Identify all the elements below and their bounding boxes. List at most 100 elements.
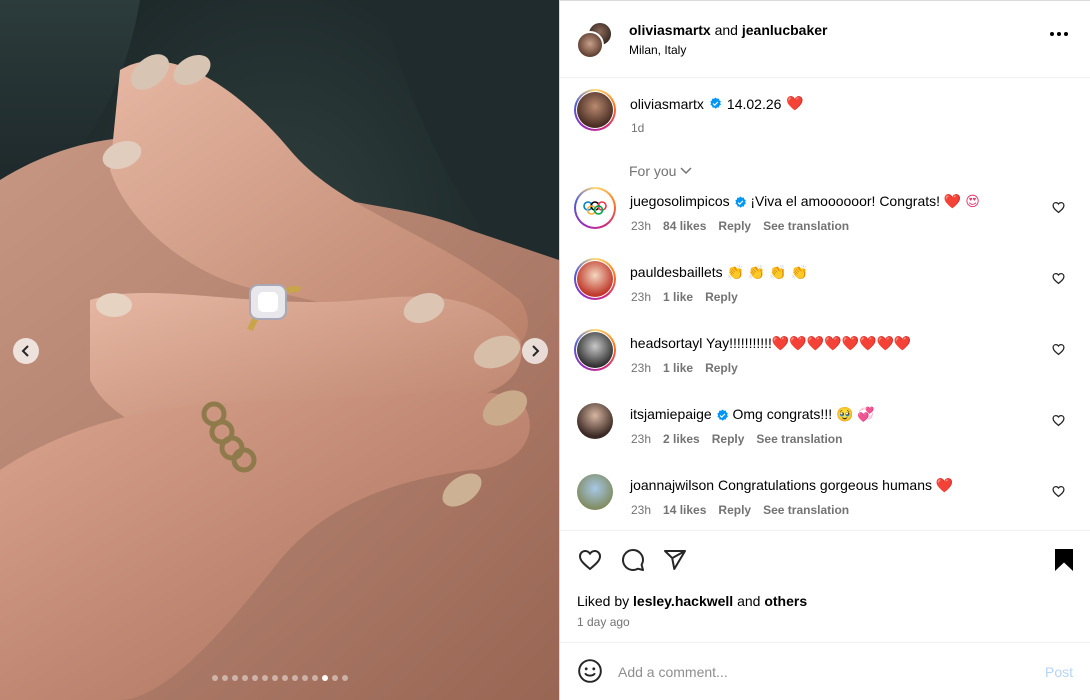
- comment-username-link[interactable]: pauldesbaillets: [630, 264, 723, 280]
- carousel-dot: [261, 675, 268, 681]
- comment-meta: 23h 2 likes Reply See translation: [631, 432, 842, 446]
- comment-item: juegosolimpicos ¡Viva el amoooooor! Cong…: [574, 187, 1084, 247]
- comment-item: itsjamiepaige Omg congrats!!! 🥹 💞 23h 2 …: [574, 400, 1084, 460]
- comment-username-link[interactable]: itsjamiepaige: [630, 406, 712, 422]
- story-ring[interactable]: [574, 89, 616, 131]
- comment-text: headsortayl Yay!!!!!!!!!!!❤️❤️❤️❤️❤️❤️❤️…: [630, 334, 1050, 352]
- share-icon[interactable]: [662, 548, 688, 572]
- collab-avatars[interactable]: [576, 21, 614, 59]
- heart-icon[interactable]: [1052, 485, 1065, 498]
- heart-icon[interactable]: [1052, 414, 1065, 427]
- comment-icon[interactable]: [620, 548, 646, 572]
- reply-button[interactable]: Reply: [712, 432, 745, 446]
- comment-item: joannajwilson Congratulations gorgeous h…: [574, 471, 1084, 531]
- carousel-dot: [211, 675, 218, 681]
- bookmark-icon[interactable]: [1053, 548, 1075, 572]
- heart-icon[interactable]: [1052, 272, 1065, 285]
- comment-likes-count[interactable]: 84 likes: [663, 219, 706, 233]
- heart-icon[interactable]: [1052, 201, 1065, 214]
- post-photo: [0, 0, 559, 700]
- post-header: oliviasmartx and jeanlucbaker Milan, Ita…: [560, 0, 1090, 78]
- post-side-panel: oliviasmartx and jeanlucbaker Milan, Ita…: [559, 0, 1090, 700]
- post-media[interactable]: [0, 0, 559, 700]
- comment-username-link[interactable]: juegosolimpicos: [630, 193, 730, 209]
- comment-timestamp[interactable]: 23h: [631, 361, 651, 375]
- verified-badge-icon: [710, 97, 721, 109]
- carousel-prev-button[interactable]: [13, 338, 39, 364]
- comment-sort-dropdown[interactable]: For you: [629, 163, 692, 179]
- verified-badge-icon: [716, 409, 728, 421]
- comment-likes-count[interactable]: 1 like: [663, 361, 693, 375]
- comment-timestamp[interactable]: 23h: [631, 219, 651, 233]
- comment-text: juegosolimpicos ¡Viva el amoooooor! Cong…: [630, 192, 1050, 210]
- comment-body: Congratulations gorgeous humans: [717, 477, 936, 493]
- reply-button[interactable]: Reply: [718, 219, 751, 233]
- post-dialog: oliviasmartx and jeanlucbaker Milan, Ita…: [0, 0, 1090, 700]
- liked-by-summary: Liked by lesley.hackwell and others: [577, 593, 807, 609]
- carousel-dot: [341, 675, 348, 681]
- carousel-dot: [321, 675, 328, 681]
- post-comment-button[interactable]: Post: [1045, 664, 1073, 680]
- avatar: [577, 92, 613, 128]
- comment-item: pauldesbaillets 👏 👏 👏 👏 23h 1 like Reply: [574, 258, 1084, 318]
- comment-meta: 23h 1 like Reply: [631, 290, 738, 304]
- comment-meta: 23h 14 likes Reply See translation: [631, 503, 849, 517]
- chevron-down-icon: [680, 167, 692, 175]
- more-options-button[interactable]: [1050, 32, 1068, 36]
- avatar: [577, 332, 613, 368]
- carousel-dot: [311, 675, 318, 681]
- reply-button[interactable]: Reply: [718, 503, 751, 517]
- liked-by-user-link[interactable]: lesley.hackwell: [633, 593, 733, 609]
- story-ring[interactable]: [574, 187, 616, 229]
- see-translation-button[interactable]: See translation: [756, 432, 842, 446]
- comment-input[interactable]: [618, 660, 1018, 684]
- location-link[interactable]: Milan, Italy: [629, 43, 686, 57]
- author-username-link[interactable]: oliviasmartx: [629, 22, 711, 38]
- more-icon-dot: [1064, 32, 1068, 36]
- avatar[interactable]: [577, 474, 613, 510]
- add-comment-bar: Post: [560, 642, 1090, 700]
- heart-icon[interactable]: [577, 548, 603, 572]
- comment-username-link[interactable]: joannajwilson: [630, 477, 714, 493]
- comment-meta: 23h 84 likes Reply See translation: [631, 219, 849, 233]
- avatar: [576, 31, 604, 59]
- comment-sort-label: For you: [629, 163, 677, 179]
- caption-body: 14.02.26: [726, 95, 782, 112]
- comment-likes-count[interactable]: 1 like: [663, 290, 693, 304]
- comment-item: headsortayl Yay!!!!!!!!!!!❤️❤️❤️❤️❤️❤️❤️…: [574, 329, 1084, 389]
- caption-timestamp[interactable]: 1d: [631, 121, 644, 135]
- carousel-dot: [271, 675, 278, 681]
- and-text: and: [714, 22, 738, 38]
- carousel-dot: [221, 675, 228, 681]
- caption-emoji: ❤️: [786, 95, 804, 111]
- comment-timestamp[interactable]: 23h: [631, 290, 651, 304]
- story-ring[interactable]: [574, 258, 616, 300]
- avatar[interactable]: [577, 403, 613, 439]
- see-translation-button[interactable]: See translation: [763, 503, 849, 517]
- comment-text: pauldesbaillets 👏 👏 👏 👏: [630, 263, 1050, 281]
- comment-emoji: ❤️: [935, 477, 954, 493]
- story-ring[interactable]: [574, 329, 616, 371]
- liked-by-and: and: [737, 593, 761, 609]
- comment-likes-count[interactable]: 2 likes: [663, 432, 700, 446]
- liked-by-prefix: Liked by: [577, 593, 630, 609]
- caption-username-link[interactable]: oliviasmartx: [630, 96, 704, 112]
- see-translation-button[interactable]: See translation: [763, 219, 849, 233]
- heart-icon[interactable]: [1052, 343, 1065, 356]
- post-timestamp[interactable]: 1 day ago: [577, 615, 630, 629]
- comment-username-link[interactable]: headsortayl: [630, 335, 702, 351]
- comment-timestamp[interactable]: 23h: [631, 432, 651, 446]
- smile-icon[interactable]: [577, 658, 603, 684]
- reply-button[interactable]: Reply: [705, 290, 738, 304]
- liked-by-others-link[interactable]: others: [764, 593, 807, 609]
- comment-body: ¡Viva el amoooooor! Congrats!: [750, 193, 944, 209]
- comment-likes-count[interactable]: 14 likes: [663, 503, 706, 517]
- carousel-next-button[interactable]: [522, 338, 548, 364]
- collab-username-link[interactable]: jeanlucbaker: [742, 22, 828, 38]
- post-authors: oliviasmartx and jeanlucbaker: [629, 22, 827, 38]
- comment-emoji: 👏 👏 👏 👏: [726, 264, 808, 280]
- reply-button[interactable]: Reply: [705, 361, 738, 375]
- olympic-rings-icon: [583, 201, 607, 215]
- comment-timestamp[interactable]: 23h: [631, 503, 651, 517]
- comment-text: itsjamiepaige Omg congrats!!! 🥹 💞: [630, 405, 1050, 423]
